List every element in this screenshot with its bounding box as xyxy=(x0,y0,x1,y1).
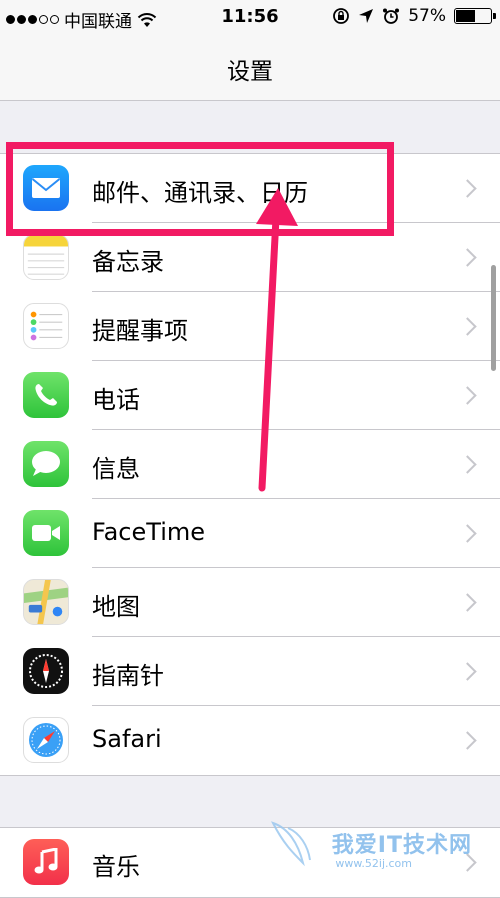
annotation-arrow-icon xyxy=(256,188,298,492)
bird-logo-icon xyxy=(270,821,311,867)
watermark-url: www.52ij.com xyxy=(335,857,412,870)
watermark-text: 我爱IT技术网 xyxy=(331,833,472,858)
watermark: 我爱IT技术网 www.52ij.com xyxy=(268,818,472,870)
